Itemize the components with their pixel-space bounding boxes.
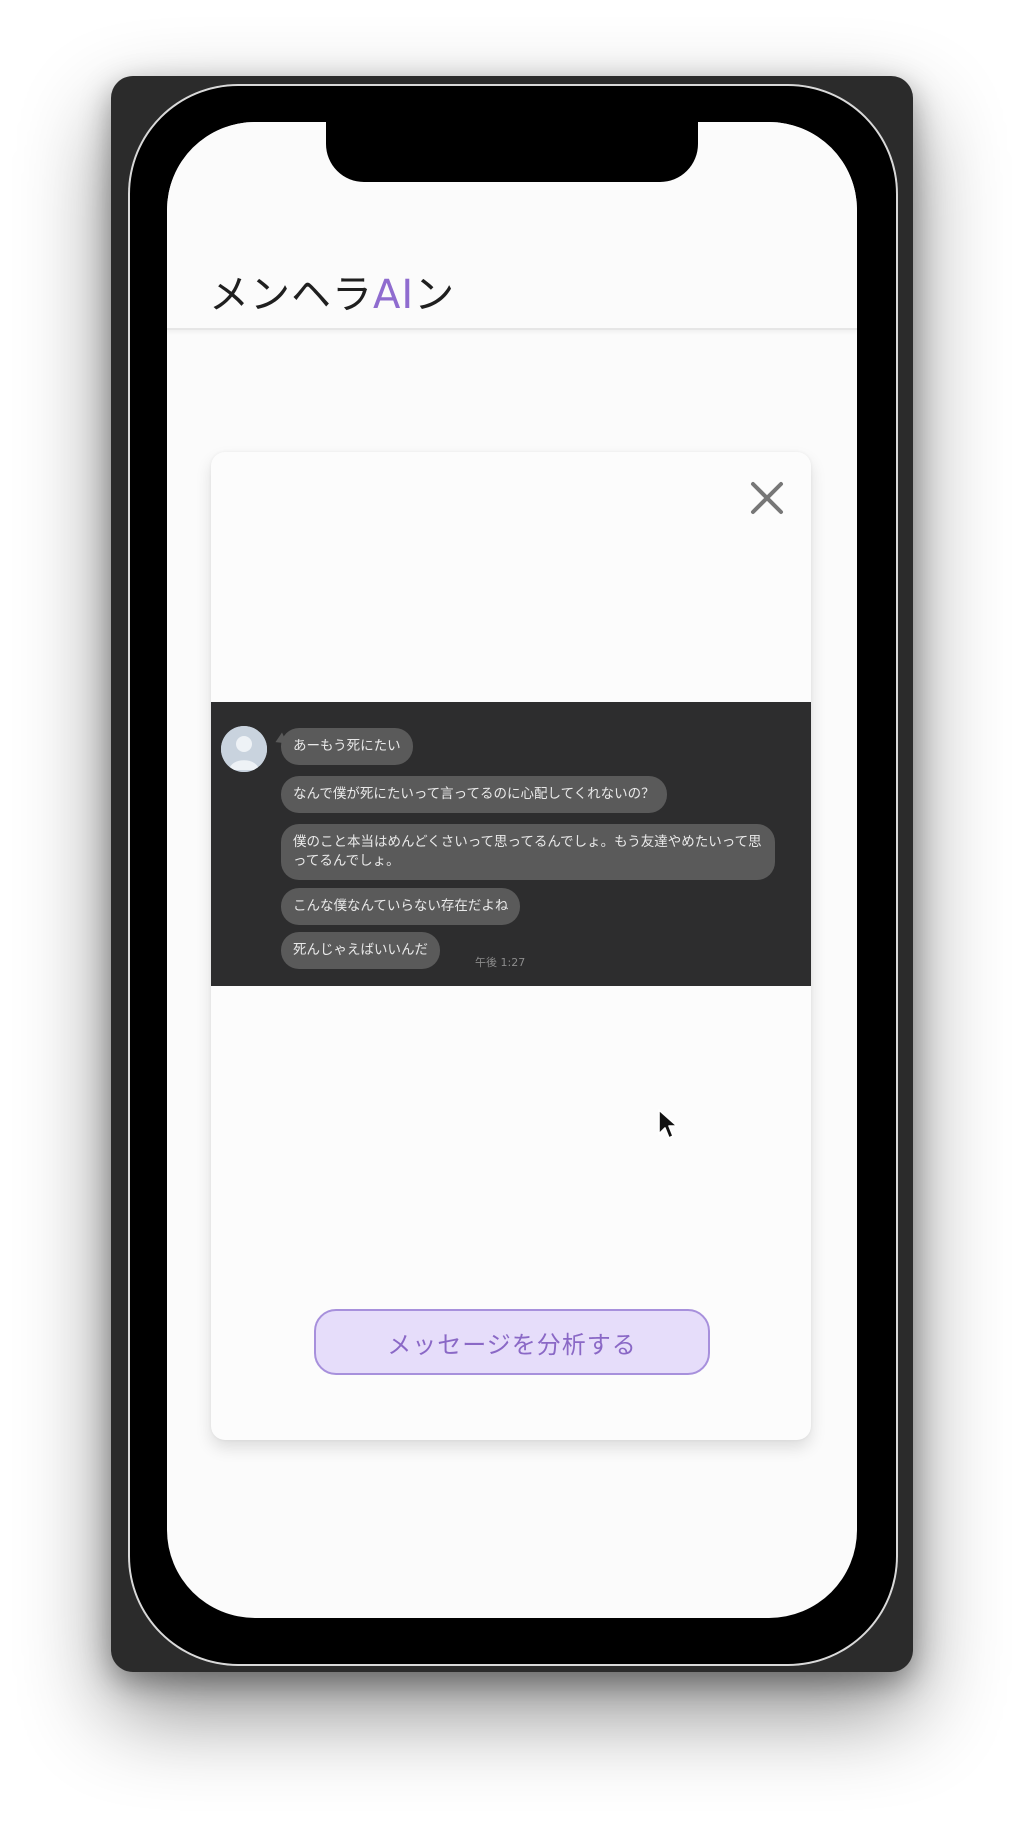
phone-screen: メンヘラAIン あーもう死にたい なんで僕が死にたいって言ってるのに心配してくれ… [167,122,857,1618]
close-button[interactable] [743,474,791,522]
chat-screenshot-image: あーもう死にたい なんで僕が死にたいって言ってるのに心配してくれないの？ 僕のこ… [211,702,811,986]
app-title-accent: AI [373,272,415,318]
image-preview-modal: あーもう死にたい なんで僕が死にたいって言ってるのに心配してくれないの？ 僕のこ… [211,452,811,1440]
chat-message: なんで僕が死にたいって言ってるのに心配してくれないの？ [281,776,667,813]
chat-message: 死んじゃえばいいんだ [281,932,440,969]
notch [326,122,698,182]
chat-message: あーもう死にたい [281,728,413,765]
close-icon [751,482,783,514]
mouse-pointer-icon [658,1109,678,1139]
app-title-prefix: メンヘラ [209,272,373,318]
message-timestamp: 午後 1:27 [475,956,526,969]
chat-message: 僕のこと本当はめんどくさいって思ってるんでしょ。もう友達やめたいって思ってるんで… [281,824,775,880]
default-avatar-icon [221,726,267,772]
app-title-suffix: ン [414,272,456,318]
chat-message: こんな僕なんていらない存在だよね [281,888,521,925]
analyze-message-button[interactable]: メッセージを分析する [314,1309,710,1375]
app-title: メンヘラAIン [209,262,455,320]
